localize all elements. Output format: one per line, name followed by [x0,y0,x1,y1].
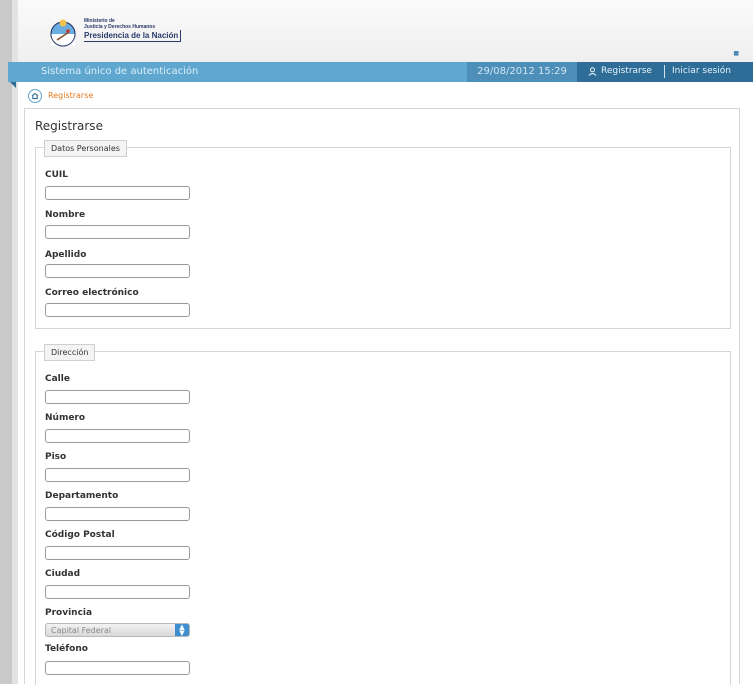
numero-input[interactable] [45,429,190,443]
topbar-fold-corner [10,82,16,88]
nombre-input[interactable] [45,225,190,239]
left-edge-strip [0,0,12,684]
system-title: Sistema único de autenticación [41,66,199,77]
logo-text: Ministerio de Justicia y Derechos Humano… [84,18,182,42]
apellido-label: Apellido [45,250,87,260]
telefono-label: Teléfono [45,644,88,654]
cuil-label: CUIL [45,170,68,180]
corner-marker: ■ [733,50,739,57]
page-title: Registrarse [35,119,103,133]
top-nav-bar: Sistema único de autenticación 29/08/201… [8,62,753,82]
departamento-label: Departamento [45,491,119,501]
ciudad-label: Ciudad [45,569,81,579]
register-link[interactable]: Registrarse [601,66,652,76]
select-arrows-icon: ▲ ▼ [175,624,189,637]
site-header: Ministerio de Justicia y Derechos Humano… [18,0,753,62]
cuil-input[interactable] [45,186,190,200]
piso-label: Piso [45,452,67,462]
nombre-label: Nombre [45,210,86,220]
home-icon[interactable] [28,89,42,103]
personal-data-fieldset: Datos Personales CUIL Nombre Apellido Co… [35,140,731,329]
provincia-select[interactable]: Capital Federal ▲ ▼ [45,623,190,637]
provincia-label: Provincia [45,608,93,618]
codigo-postal-input[interactable] [45,546,190,560]
ministry-logo[interactable]: Ministerio de Justicia y Derechos Humano… [48,16,198,52]
codigo-postal-label: Código Postal [45,530,115,540]
main-panel: Registrarse Datos Personales CUIL Nombre… [24,108,740,685]
menu-separator [664,65,665,78]
correo-label: Correo electrónico [45,288,139,298]
current-datetime: 29/08/2012 15:29 [467,62,577,82]
address-fieldset: Dirección Calle Número Piso Departamento… [35,344,731,685]
address-legend: Dirección [44,344,96,361]
login-link[interactable]: Iniciar sesión [672,66,731,76]
provincia-selected-value: Capital Federal [51,626,112,635]
calle-input[interactable] [45,390,190,404]
piso-input[interactable] [45,468,190,482]
telefono-input[interactable] [45,661,190,675]
user-menu: Registrarse Iniciar sesión [577,62,753,82]
calle-label: Calle [45,374,70,384]
correo-input[interactable] [45,303,190,317]
argentine-seal-icon [50,19,76,47]
user-icon [588,67,597,76]
left-edge-strip-inner [12,0,18,684]
ciudad-input[interactable] [45,585,190,599]
logo-line-3: Presidencia de la Nación [84,30,182,42]
departamento-input[interactable] [45,507,190,521]
numero-label: Número [45,413,86,423]
breadcrumb-current[interactable]: Registrarse [48,91,93,100]
apellido-input[interactable] [45,264,190,278]
personal-data-legend: Datos Personales [44,140,127,157]
